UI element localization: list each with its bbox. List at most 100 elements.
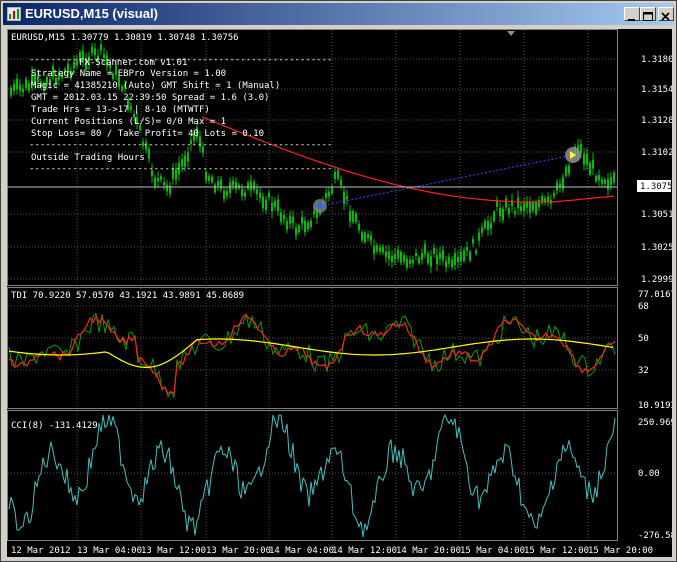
candle-body	[211, 176, 213, 183]
candle-body	[601, 179, 603, 184]
tdi-tick-5: 10.9193	[638, 401, 672, 411]
title-bar[interactable]: EURUSD,M15 (visual)	[3, 3, 674, 25]
candle-body	[277, 199, 279, 211]
candle-body	[334, 171, 336, 180]
time-label-3: 13 Mar 12:00	[141, 546, 206, 556]
candle-body	[163, 182, 165, 186]
candle-body	[361, 232, 363, 241]
time-label-2: 13 Mar 04:00	[77, 546, 142, 556]
candle-body	[241, 188, 243, 196]
candle-body	[484, 220, 486, 229]
candle-body	[454, 253, 456, 265]
candle-body	[442, 250, 444, 261]
candle-body	[22, 88, 24, 93]
time-label-9: 15 Mar 12:00	[524, 546, 589, 556]
candle-body	[292, 216, 294, 223]
time-axis: 12 Mar 2012 13 Mar 04:00 13 Mar 12:00 13…	[11, 546, 653, 556]
candle-body	[418, 257, 420, 264]
maximize-button[interactable]	[640, 7, 656, 21]
candle-body	[160, 176, 162, 180]
info-line-stops: Stop Loss= 80 / Take Profit= 40 Lots = 0…	[31, 129, 264, 139]
candle-body	[451, 259, 453, 268]
cci-grid	[8, 411, 617, 540]
candle-body	[373, 245, 375, 254]
entry-marker-icon	[313, 199, 327, 213]
candle-body	[613, 172, 615, 183]
candle-body	[28, 83, 30, 91]
cci-line	[8, 413, 616, 538]
mt4-chart-icon	[7, 7, 21, 21]
candle-body	[505, 198, 507, 208]
info-separator-bottom: ----------------------------------------…	[29, 164, 332, 174]
chart-area[interactable]: EURUSD,M15 1.30779 1.30819 1.30748 1.307…	[7, 29, 677, 557]
candle-body	[370, 235, 372, 241]
candle-body	[262, 196, 264, 209]
candle-body	[25, 79, 27, 89]
candle-body	[487, 220, 489, 231]
candle-body	[229, 182, 231, 194]
time-label-10: 15 Mar 20:00	[588, 546, 653, 556]
candle-body	[400, 252, 402, 263]
candle-body	[433, 247, 435, 254]
candle-body	[460, 251, 462, 262]
chart-canvas[interactable]: EURUSD,M15 1.30779 1.30819 1.30748 1.307…	[7, 29, 677, 557]
current-price-label: 1.30756	[640, 182, 672, 192]
candle-body	[358, 223, 360, 231]
candle-body	[10, 87, 12, 96]
candle-body	[526, 202, 528, 208]
candle-body	[355, 213, 357, 223]
candle-body	[532, 202, 534, 211]
candle-body	[310, 220, 312, 227]
candle-body	[523, 203, 525, 212]
candle-body	[364, 232, 366, 243]
price-tick-6: 1.30250	[641, 243, 672, 253]
candle-body	[475, 250, 477, 254]
candle-body	[592, 159, 594, 169]
candle-body	[379, 247, 381, 252]
minimize-button[interactable]	[624, 7, 640, 21]
candle-body	[478, 232, 480, 241]
candle-body	[253, 181, 255, 190]
info-line-title: FX-Scanner.com v1.01	[79, 58, 187, 68]
candle-body	[415, 252, 417, 256]
candle-body	[244, 192, 246, 197]
price-tick-1: 1.31800	[641, 55, 672, 65]
candle-body	[325, 192, 327, 199]
price-tick-3: 1.31285	[641, 116, 672, 126]
candle-body	[430, 256, 432, 267]
candle-body	[502, 209, 504, 221]
candle-body	[511, 200, 513, 206]
close-button[interactable]	[658, 7, 674, 21]
candle-body	[568, 165, 570, 174]
candle-body	[466, 247, 468, 251]
candle-body	[520, 206, 522, 212]
price-tick-4: 1.31025	[641, 148, 672, 158]
candle-body	[247, 182, 249, 189]
info-line-trade-hours: Trade Hrs = 13->17 | 8-10 (MTWTF)	[31, 105, 210, 115]
candle-body	[217, 181, 219, 186]
candle-body	[385, 251, 387, 258]
candle-body	[457, 256, 459, 263]
candle-body	[298, 225, 300, 233]
candle-body	[13, 83, 15, 91]
candle-body	[220, 179, 222, 190]
chart-window: EURUSD,M15 (visual) EURUSD,M15 1.30779 1…	[0, 0, 677, 562]
candle-body	[514, 210, 516, 214]
candle-body	[214, 184, 216, 193]
candle-body	[307, 222, 309, 230]
candle-body	[226, 191, 228, 196]
candle-body	[439, 252, 441, 260]
candle-body	[499, 207, 501, 217]
cci-pane-header: CCI(8) -131.4129	[11, 421, 98, 431]
candle-body	[166, 184, 168, 192]
time-label-4: 13 Mar 20:00	[206, 546, 271, 556]
info-line-gmt: GMT = 2012.03.15 22:39:50 Spread = 1.6 (…	[31, 93, 269, 103]
scroll-marker-icon[interactable]	[507, 31, 515, 36]
candle-body	[328, 191, 330, 197]
time-label-6: 14 Mar 12:00	[332, 546, 397, 556]
candle-body	[208, 176, 210, 181]
candle-body	[19, 85, 21, 91]
candle-body	[367, 233, 369, 239]
time-label-7: 14 Mar 20:00	[396, 546, 461, 556]
candle-body	[397, 249, 399, 259]
